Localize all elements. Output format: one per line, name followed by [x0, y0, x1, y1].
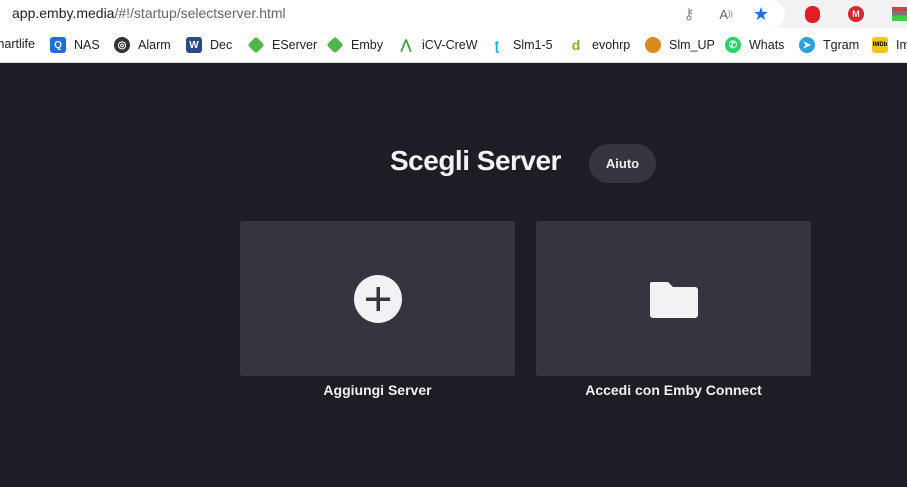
folder-icon — [649, 281, 698, 318]
bookmark-eserver[interactable]: EServer — [247, 36, 318, 54]
help-button[interactable]: Aiuto — [589, 144, 656, 183]
bookmark-alarm[interactable]: ◎ Alarm — [114, 37, 171, 53]
emby-icon — [326, 36, 344, 54]
add-circle-icon — [353, 274, 402, 323]
browser-toolbar: app.emby.media/#!/startup/selectserver.h… — [0, 0, 907, 28]
bookmark-nas[interactable]: Q NAS — [50, 37, 100, 53]
telegram-icon: ➤ — [799, 37, 815, 53]
bookmark-label: iCV-CreW — [422, 38, 478, 52]
url-path: /#!/startup/selectserver.html — [114, 5, 286, 21]
dec-icon: W — [186, 37, 202, 53]
bookmark-imdb[interactable]: IMDb Im — [872, 37, 907, 53]
nas-icon: Q — [50, 37, 66, 53]
bookmark-label: Slm_UP — [669, 38, 715, 52]
emby-icon — [247, 36, 265, 54]
bookmark-label: Slm1-5 — [513, 38, 553, 52]
emby-connect-label[interactable]: Accedi con Emby Connect — [536, 382, 811, 398]
bookmark-tgram[interactable]: ➤ Tgram — [799, 37, 859, 53]
bookmark-label: NAS — [74, 38, 100, 52]
tplink-icon: ʈ — [494, 37, 500, 53]
star-icon[interactable]: ★ — [751, 4, 771, 24]
bookmark-label: Whats — [749, 38, 785, 52]
evohrp-icon: d — [571, 37, 581, 53]
emby-connect-card[interactable] — [536, 221, 811, 376]
address-bar[interactable]: app.emby.media/#!/startup/selectserver.h… — [0, 0, 785, 28]
add-server-label[interactable]: Aggiungi Server — [240, 382, 515, 398]
icv-icon: ⋀ — [400, 37, 412, 52]
extension-icon[interactable] — [890, 4, 907, 24]
url-host: app.emby.media — [12, 5, 115, 21]
ublock-icon[interactable] — [802, 4, 822, 24]
bookmark-slm-up[interactable]: Slm_UP — [645, 37, 715, 53]
bookmark-whats[interactable]: ✆ Whats — [725, 37, 784, 53]
bookmark-label: Alarm — [138, 38, 171, 52]
whatsapp-icon: ✆ — [725, 37, 741, 53]
slm-up-icon — [645, 37, 661, 53]
bookmark-icv-crew[interactable]: ⋀ iCV-CreW — [398, 37, 478, 53]
bookmark-label: Emby — [351, 38, 383, 52]
bookmark-label: Im — [896, 38, 907, 52]
bookmarks-bar: martlife Q NAS ◎ Alarm W Dec EServer Emby ⋀… — [0, 28, 907, 63]
bookmark-slm1-5[interactable]: ʈ Slm1-5 — [489, 37, 553, 53]
bookmark-smartlife[interactable]: martlife — [0, 37, 35, 51]
bookmark-label: martlife — [0, 37, 35, 51]
add-server-card[interactable] — [240, 221, 515, 376]
alarm-icon: ◎ — [114, 37, 130, 53]
bookmark-dec[interactable]: W Dec — [186, 37, 232, 53]
bookmark-label: evohrp — [592, 38, 631, 52]
url-text[interactable]: app.emby.media/#!/startup/selectserver.h… — [12, 5, 286, 21]
bookmark-evohrp[interactable]: d evohrp — [568, 37, 631, 53]
page-title: Scegli Server — [390, 145, 561, 176]
read-aloud-icon[interactable]: A)) — [716, 4, 736, 24]
bookmark-label: EServer — [272, 38, 318, 52]
mega-icon[interactable]: M — [846, 4, 866, 24]
imdb-icon: IMDb — [872, 37, 888, 53]
bookmark-label: Tgram — [823, 38, 860, 52]
bookmark-label: Dec — [210, 38, 233, 52]
key-icon[interactable]: ⚷ — [679, 4, 699, 24]
bookmark-emby[interactable]: Emby — [326, 36, 383, 54]
